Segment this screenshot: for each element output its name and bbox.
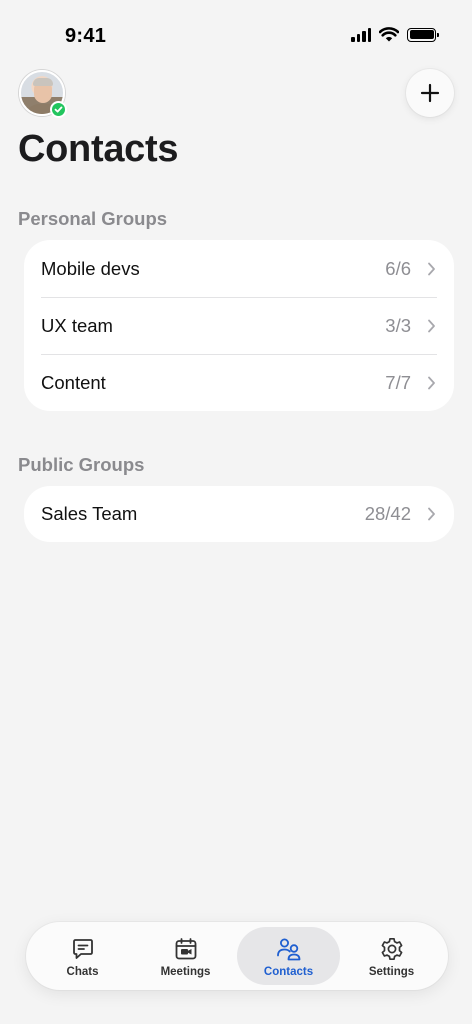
section-label-public-groups: Public Groups xyxy=(18,454,145,475)
group-name: UX team xyxy=(41,314,113,336)
chat-icon xyxy=(69,935,97,963)
public-groups-list: Sales Team 28/42 xyxy=(24,486,454,542)
group-member-count: 3/3 xyxy=(385,314,411,336)
calendar-video-icon xyxy=(172,935,200,963)
tab-settings[interactable]: Settings xyxy=(340,927,443,985)
personal-groups-list: Mobile devs 6/6 UX team 3/3 Content 7/7 xyxy=(24,240,454,411)
group-name: Mobile devs xyxy=(41,257,140,279)
tab-contacts[interactable]: Contacts xyxy=(237,927,340,985)
online-status-icon xyxy=(50,101,67,118)
page-title: Contacts xyxy=(18,128,179,170)
tab-chats[interactable]: Chats xyxy=(31,927,134,985)
status-icons xyxy=(351,27,439,42)
user-avatar-button[interactable] xyxy=(19,70,67,118)
group-row-ux-team[interactable]: UX team 3/3 xyxy=(24,297,454,354)
battery-icon xyxy=(407,27,439,42)
tab-label: Chats xyxy=(66,965,99,978)
wifi-icon xyxy=(379,27,399,42)
plus-icon xyxy=(420,83,440,103)
tab-label: Settings xyxy=(368,965,415,978)
group-name: Sales Team xyxy=(41,503,138,524)
people-icon xyxy=(275,935,303,963)
chevron-right-icon xyxy=(427,375,437,391)
status-bar: 9:41 xyxy=(0,0,472,60)
group-member-count: 7/7 xyxy=(385,371,411,393)
chevron-right-icon xyxy=(427,261,437,277)
tab-bar: Chats Meetings Contacts Settings xyxy=(26,922,448,990)
group-row-sales-team[interactable]: Sales Team 28/42 xyxy=(24,486,454,542)
tab-meetings[interactable]: Meetings xyxy=(134,927,237,985)
add-contact-button[interactable] xyxy=(406,69,454,117)
cellular-signal-icon xyxy=(351,27,371,42)
status-time: 9:41 xyxy=(65,25,107,47)
group-row-mobile-devs[interactable]: Mobile devs 6/6 xyxy=(24,240,454,297)
gear-icon xyxy=(378,935,406,963)
tab-label: Contacts xyxy=(263,965,314,978)
group-member-count: 6/6 xyxy=(385,257,411,279)
group-row-content[interactable]: Content 7/7 xyxy=(24,354,454,411)
tab-label: Meetings xyxy=(160,965,211,978)
section-label-personal-groups: Personal Groups xyxy=(18,208,168,229)
group-name: Content xyxy=(41,371,106,393)
group-member-count: 28/42 xyxy=(364,503,411,524)
chevron-right-icon xyxy=(427,506,437,522)
chevron-right-icon xyxy=(427,318,437,334)
